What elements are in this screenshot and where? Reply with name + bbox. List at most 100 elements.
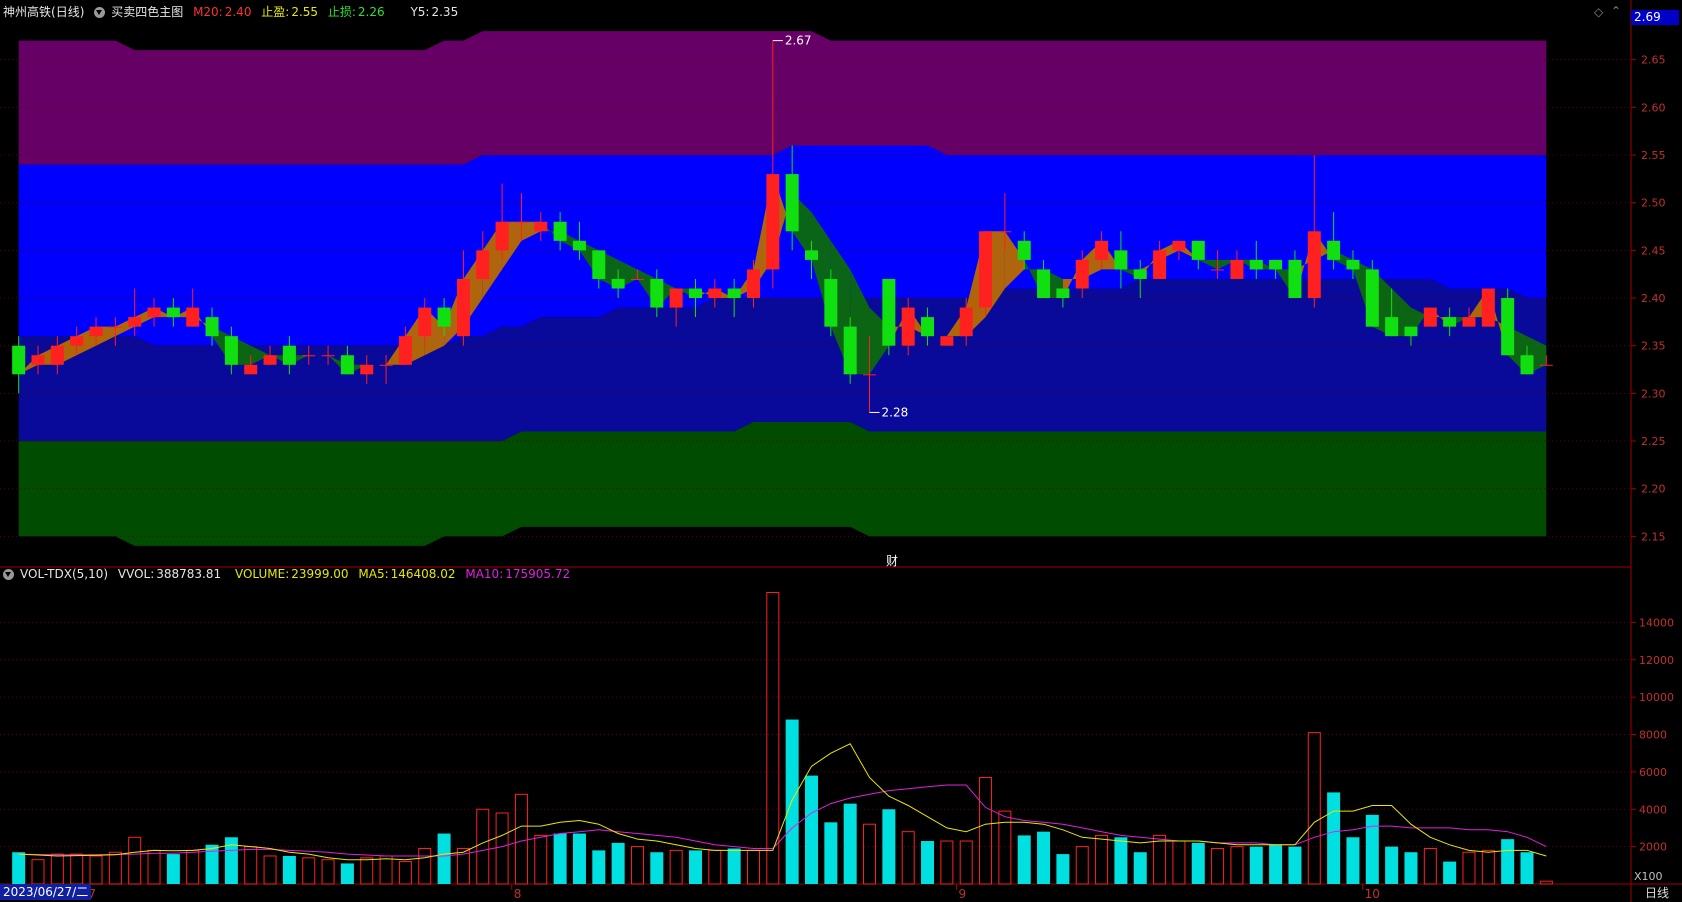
period-label[interactable]: 日线	[1645, 884, 1669, 901]
finance-marker[interactable]: 财	[886, 552, 898, 569]
volume-bar-up	[1211, 847, 1225, 885]
current-price-tag: 2.69	[1631, 10, 1679, 25]
volume-bar-down	[224, 837, 238, 884]
candle-up	[1075, 259, 1089, 289]
volume-bar-up	[495, 812, 509, 885]
volume-tick-label: 4000	[1639, 803, 1667, 816]
cursor-date: 2023/06/27/二	[0, 884, 92, 900]
ma10-label: MA10:	[465, 567, 504, 581]
volume-bar-down	[785, 719, 799, 884]
candle-up	[186, 307, 200, 327]
candle-up	[31, 355, 45, 365]
indicator-name[interactable]: 买卖四色主图	[111, 5, 183, 19]
volume-menu-icon[interactable]	[3, 569, 14, 580]
collapse-icon[interactable]: ⌃	[1611, 4, 1621, 18]
price-tick-label: 2.35	[1641, 340, 1666, 353]
month-label: 8	[514, 887, 522, 901]
candle-down	[650, 278, 664, 308]
candle-up	[630, 278, 644, 280]
candle-up	[302, 355, 316, 357]
indicator-menu-icon[interactable]	[94, 7, 106, 18]
period: (日线)	[51, 5, 85, 19]
volume-bar-down	[1056, 854, 1070, 884]
y5-value: 2.35	[431, 5, 459, 19]
candle-down	[611, 278, 625, 289]
volume-bar-up	[979, 776, 993, 885]
volume-bar-down	[921, 841, 935, 884]
annotation-label: 2.28	[882, 405, 909, 419]
candle-up	[456, 278, 470, 337]
candle-up	[263, 355, 277, 365]
volume-bar-down	[1520, 852, 1534, 884]
candle-up	[708, 288, 722, 299]
candle-down	[437, 307, 451, 327]
volume-bar-up	[418, 847, 432, 885]
y5-label: Y5:	[410, 5, 430, 19]
volume-bar-down	[688, 850, 702, 884]
candle-up	[244, 364, 258, 375]
price-tick-label: 2.65	[1641, 54, 1666, 67]
volume-bar-down	[843, 803, 857, 884]
volume-bar-down	[805, 775, 819, 884]
candle-down	[1249, 259, 1263, 270]
volume-bar-down	[1133, 852, 1147, 884]
candle-up	[476, 250, 490, 279]
candle-up	[746, 269, 760, 299]
candle-up	[959, 307, 973, 337]
candle-up	[1481, 288, 1495, 327]
volume-bar-down	[1501, 839, 1515, 884]
candle-down	[1056, 288, 1070, 299]
candle-up	[89, 326, 103, 337]
volume-bar-down	[572, 833, 586, 884]
candle-up	[418, 307, 432, 337]
candle-up	[766, 174, 780, 270]
volume-bar-up	[31, 859, 45, 885]
price-tick-label: 2.50	[1641, 197, 1666, 210]
volume-tick-label: 8000	[1639, 729, 1667, 742]
candle-down	[1327, 240, 1341, 260]
ma10-value: 175905.72	[505, 567, 571, 581]
volume-bar-up	[244, 846, 258, 885]
price-tick-label: 2.30	[1641, 387, 1666, 400]
price-tick-label: 2.25	[1641, 435, 1666, 448]
candle-up	[398, 336, 412, 365]
candle-down	[1365, 269, 1379, 327]
stock-name[interactable]: 神州高铁	[3, 5, 51, 19]
candle-up	[70, 336, 84, 346]
stock-chart[interactable]: 2.67 2.28 2.65 2.60 2.55 2.50 2.45 2.40 2.35 2.3…	[0, 0, 1682, 902]
candle-up	[1423, 307, 1437, 327]
annotation-label: 2.67	[785, 34, 812, 48]
candle-down	[688, 288, 702, 299]
candle-up	[495, 221, 509, 251]
price-tick-label: 2.55	[1641, 149, 1666, 162]
candle-up	[1539, 364, 1553, 366]
volume-bar-up	[863, 823, 877, 885]
sl-value: 2.26	[357, 5, 385, 19]
candle-down	[224, 336, 238, 365]
volume-bar-down	[1288, 846, 1302, 884]
candle-down	[1017, 240, 1031, 260]
candle-up	[1230, 259, 1244, 279]
diamond-icon[interactable]: ◇	[1594, 5, 1603, 19]
candle-up	[1172, 240, 1186, 251]
volume-bar-up	[1481, 849, 1495, 885]
candle-up	[147, 307, 161, 318]
vol-indicator[interactable]: VOL-TDX(5,10)	[20, 567, 108, 581]
candle-up	[940, 336, 954, 346]
candle-up	[998, 231, 1012, 233]
candle-down	[1501, 298, 1515, 356]
volume-bar-down	[12, 852, 26, 884]
candle-down	[1288, 259, 1302, 299]
candle-down	[727, 288, 741, 299]
volume-bar-down	[1191, 842, 1205, 884]
candle-up	[321, 355, 335, 357]
volume-bar-up	[147, 849, 161, 885]
main-header: 神州高铁(日线) 买卖四色主图 M20: 2.40 止盈: 2.55 止损: 2.26…	[3, 5, 464, 19]
volume-bar-down	[611, 842, 625, 884]
candle-up	[979, 231, 993, 308]
date-axis: 7 8 9 10	[85, 884, 1380, 901]
candle-down	[882, 278, 896, 346]
volume-bar-down	[824, 822, 838, 884]
candle-down	[824, 278, 838, 327]
volume-bar-up	[89, 855, 103, 885]
